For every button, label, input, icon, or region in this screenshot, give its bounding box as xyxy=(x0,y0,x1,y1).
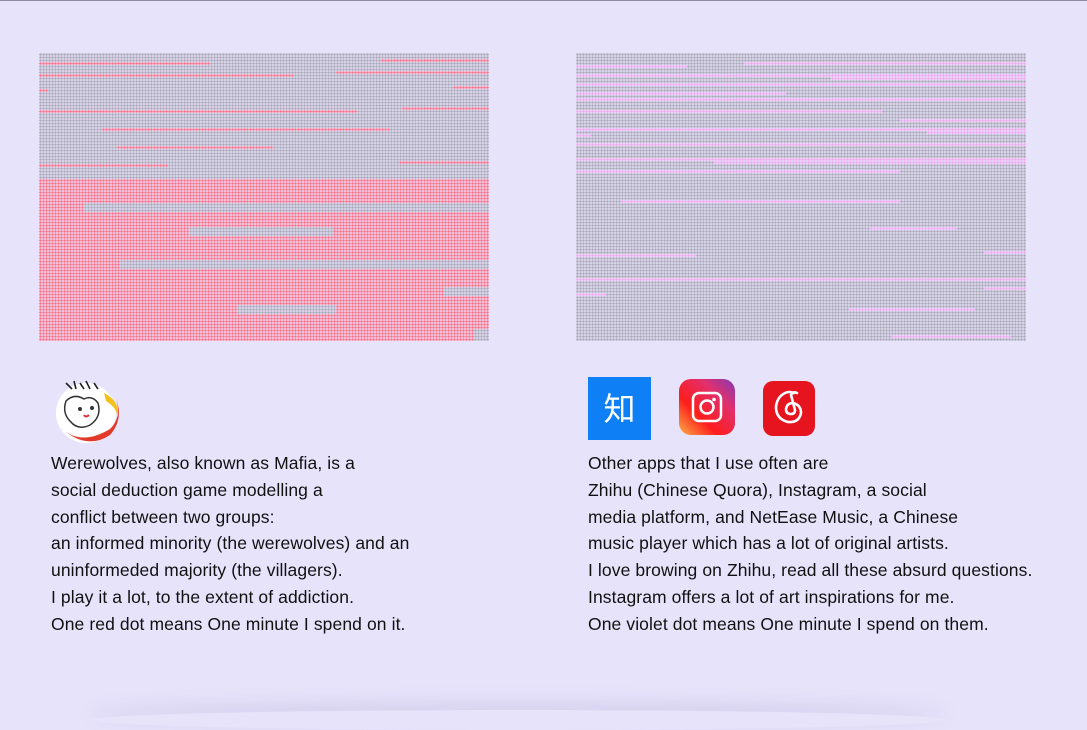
description-line: I love browing on Zhihu, read all these … xyxy=(588,560,1033,581)
other-apps-description: Other apps that I use often are Zhihu (C… xyxy=(588,450,1032,638)
werewolves-description: Werewolves, also known as Mafia, is a so… xyxy=(51,450,409,638)
description-line: Instagram offers a lot of art inspiratio… xyxy=(588,586,955,607)
zhihu-glyph: 知 xyxy=(603,390,635,428)
description-line: social deduction game modelling a xyxy=(51,479,323,500)
bottom-shadow xyxy=(90,710,947,730)
description-line: conflict between two groups: xyxy=(51,506,275,527)
werewolves-game-logo-icon xyxy=(56,380,119,443)
instagram-icon xyxy=(679,379,735,435)
description-line: an informed minority (the werewolves) an… xyxy=(51,533,410,554)
description-line: Zhihu (Chinese Quora), Instagram, a soci… xyxy=(588,479,927,500)
werewolves-icon-row xyxy=(50,377,124,443)
description-line: One red dot means One minute I spend on … xyxy=(51,613,406,634)
description-line: Other apps that I use often are xyxy=(588,453,829,473)
other-apps-minutes-dot-grid xyxy=(576,53,1026,341)
description-line: music player which has a lot of original… xyxy=(588,533,949,554)
werewolves-minutes-dot-grid xyxy=(39,53,489,341)
description-line: media platform, and NetEase Music, a Chi… xyxy=(588,506,959,527)
description-line: I play it a lot, to the extent of addict… xyxy=(51,586,355,607)
netease-music-icon xyxy=(763,381,815,436)
description-line: uninformeded majority (the villagers). xyxy=(51,560,343,581)
description-line: One violet dot means One minute I spend … xyxy=(588,613,989,634)
description-line: Werewolves, also known as Mafia, is a xyxy=(51,453,355,473)
zhihu-icon: 知 xyxy=(588,377,651,440)
other-apps-icon-row: 知 xyxy=(588,377,815,443)
